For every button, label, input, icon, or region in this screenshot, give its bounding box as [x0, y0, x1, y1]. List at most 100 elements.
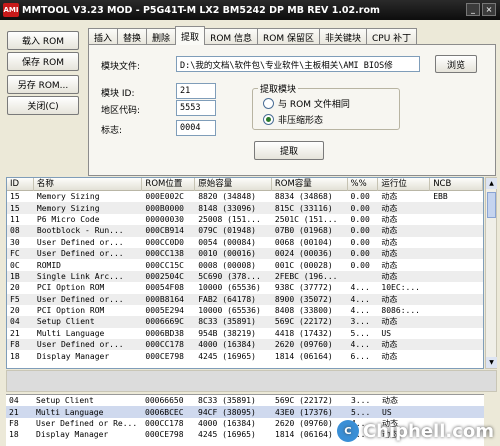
radio-unchecked-icon[interactable] — [263, 98, 274, 109]
horizontal-scrollbar[interactable] — [6, 370, 497, 392]
table-row[interactable]: 1B Single Link Arc... 0002504C 5C690 (378..… — [7, 270, 483, 283]
close-button[interactable]: 关闭(C) — [7, 96, 79, 115]
load-rom-button[interactable]: 载入 ROM — [7, 31, 79, 50]
column-rom-size[interactable]: ROM容量 — [272, 178, 348, 191]
table-cell: 动态 — [381, 260, 398, 270]
option-uncompressed[interactable]: 非压缩形态 — [263, 113, 323, 126]
table-row[interactable]: 18 Display Manager 000CE798 4245 (16965) 181… — [7, 350, 483, 361]
table-cell: 8820 (34848) — [198, 192, 256, 202]
flag-field[interactable]: 0004 — [176, 120, 216, 136]
extract-mode-group: 提取模块 与 ROM 文件相同 非压缩形态 — [252, 82, 400, 130]
table-cell: 569C (22172) — [274, 317, 333, 327]
browse-button[interactable]: 浏览 — [435, 55, 477, 73]
table-cell: 4000 (16384) — [198, 418, 256, 428]
table-cell: User Defined or Re... — [36, 418, 138, 428]
table-cell: 94CF (38095) — [198, 407, 256, 417]
module-id-field[interactable]: 21 — [176, 83, 216, 99]
table-cell: 8900 (35072) — [274, 294, 333, 304]
save-rom-button[interactable]: 保存 ROM — [7, 52, 79, 71]
table-row[interactable]: 15 Memory Sizing 000E002C 8820 (34848) 8834 … — [7, 191, 483, 202]
table-cell: 5... — [351, 407, 371, 417]
watermark-text: Chiphell.com — [362, 420, 494, 442]
table-cell: Memory Sizing — [36, 192, 100, 202]
table-cell: 07B0 (01968) — [274, 226, 333, 236]
table-cell: 8C33 (35891) — [198, 317, 256, 327]
vertical-scrollbar[interactable]: ▲ ▼ — [485, 177, 497, 369]
minimize-icon[interactable]: _ — [466, 3, 480, 16]
column-id[interactable]: ID — [7, 178, 34, 191]
tab-insert[interactable]: 插入 — [88, 28, 119, 45]
tab-delete[interactable]: 删除 — [146, 28, 177, 45]
table-cell: 15 — [10, 192, 20, 202]
table-row[interactable]: FC User Defined or... 000CC138 0010 (00016)… — [7, 247, 483, 260]
extract-button[interactable]: 提取 — [254, 141, 324, 160]
watermark-logo-icon: C — [336, 420, 359, 442]
tab-cpu-patch[interactable]: CPU 补丁 — [366, 28, 418, 45]
table-cell: 8148 (33096) — [198, 203, 256, 213]
table-cell: 动态 — [381, 226, 398, 236]
table-row[interactable]: F8 User Defined or... 000CC178 4000 (16384)… — [7, 339, 483, 351]
table-row[interactable]: 11 P6 Micro Code 00000030 25008 (151... 2501… — [7, 214, 483, 225]
column-percent[interactable]: %% — [348, 178, 379, 191]
table-cell: Setup Client — [36, 317, 95, 327]
table-cell: 25008 (151... — [198, 214, 261, 224]
tab-rom-reserved[interactable]: ROM 保留区 — [257, 28, 320, 45]
table-cell: 0.00 — [350, 226, 370, 236]
table-cell: 1814 (06164) — [274, 351, 333, 361]
table-row[interactable]: 04 Setup Client 0006669C 8C33 (35891) 569C (… — [7, 316, 483, 328]
table-cell: 20 — [10, 283, 20, 293]
app-icon: AMI — [3, 3, 19, 17]
table-row[interactable]: 21 Multi Language 0006BCEC 94CF (38095) 43E0… — [6, 406, 484, 418]
table-cell: 4... — [350, 283, 370, 293]
table-cell: 6... — [350, 351, 370, 361]
tab-strip: 插入 替换 删除 提取 ROM 信息 ROM 保留区 非关键块 CPU 补丁 — [88, 26, 418, 45]
tab-extract[interactable]: 提取 — [175, 26, 206, 45]
table-cell: 08 — [10, 226, 20, 236]
table-cell: 动态 — [381, 340, 398, 350]
table-cell: 动态 — [381, 237, 398, 247]
table-cell: Setup Client — [36, 396, 94, 406]
table-cell: 动态 — [381, 214, 398, 224]
radio-checked-icon[interactable] — [263, 114, 274, 125]
tab-rom-info[interactable]: ROM 信息 — [204, 28, 259, 45]
table-cell: 8086:... — [381, 306, 420, 316]
table-row[interactable]: 15 Memory Sizing 000B0000 8148 (33096) 815C … — [7, 202, 483, 214]
option-same-as-rom[interactable]: 与 ROM 文件相同 — [263, 97, 350, 110]
table-cell: 0.00 — [350, 260, 370, 270]
close-icon[interactable]: × — [482, 3, 496, 16]
table-cell: 2FEBC (196... — [274, 271, 338, 281]
column-ncb[interactable]: NCB — [430, 178, 483, 191]
table-row[interactable]: 20 PCI Option ROM 0005E294 10000 (65536) 840… — [7, 305, 483, 316]
module-list[interactable]: ID 名称 ROM位置 原始容量 ROM容量 %% 运行位 NCB 15 Memo… — [6, 177, 484, 369]
table-row[interactable]: 20 PCI Option ROM 00054F08 10000 (65536) 938… — [7, 282, 483, 293]
table-row[interactable]: F5 User Defined or... 000B8164 FAB2 (64178)… — [7, 293, 483, 305]
region-code-field[interactable]: 5553 — [176, 100, 216, 116]
table-cell: 3... — [350, 317, 370, 327]
mmtool-window: AMI MMTOOL V3.23 MOD - P5G41T-M LX2 BM52… — [0, 0, 500, 446]
scroll-thumb[interactable] — [487, 192, 496, 218]
column-original-size[interactable]: 原始容量 — [195, 178, 272, 191]
table-row[interactable]: 08 Bootblock - Run... 000CB914 079C (01948)… — [7, 225, 483, 237]
module-file-field[interactable]: D:\我的文档\软件包\专业软件\主板相关\AMI BIOS修 — [176, 56, 420, 72]
table-cell: 001C (00028) — [274, 260, 333, 270]
option-same-as-rom-label: 与 ROM 文件相同 — [278, 100, 350, 110]
table-row[interactable]: 04 Setup Client 00066650 8C33 (35891) 569C (… — [6, 395, 484, 406]
column-run-location[interactable]: 运行位 — [378, 178, 431, 191]
table-cell: EBB — [433, 192, 448, 202]
tab-non-critical[interactable]: 非关键块 — [319, 28, 368, 45]
table-cell: Memory Sizing — [36, 203, 100, 213]
column-rom-location[interactable]: ROM位置 — [142, 178, 196, 191]
save-rom-as-button[interactable]: 另存 ROM... — [7, 75, 79, 94]
table-cell: 000B0000 — [145, 203, 184, 213]
table-row[interactable]: 0C ROMID 000CC15C 0008 (00008) 001C (00028) 0… — [7, 259, 483, 270]
table-row[interactable]: 30 User Defined or... 000CC0D0 0054 (00084)… — [7, 237, 483, 248]
flag-label: 标志: — [101, 126, 123, 136]
tab-replace[interactable]: 替换 — [117, 28, 148, 45]
scroll-down-icon[interactable]: ▼ — [486, 357, 497, 368]
table-cell: 0.00 — [350, 214, 370, 224]
table-cell: 0.00 — [350, 249, 370, 259]
table-row[interactable]: 21 Multi Language 0006BD38 954B (38219) 4418… — [7, 328, 483, 339]
scroll-up-icon[interactable]: ▲ — [486, 178, 497, 189]
table-cell: 000E002C — [145, 192, 184, 202]
column-name[interactable]: 名称 — [34, 178, 143, 191]
